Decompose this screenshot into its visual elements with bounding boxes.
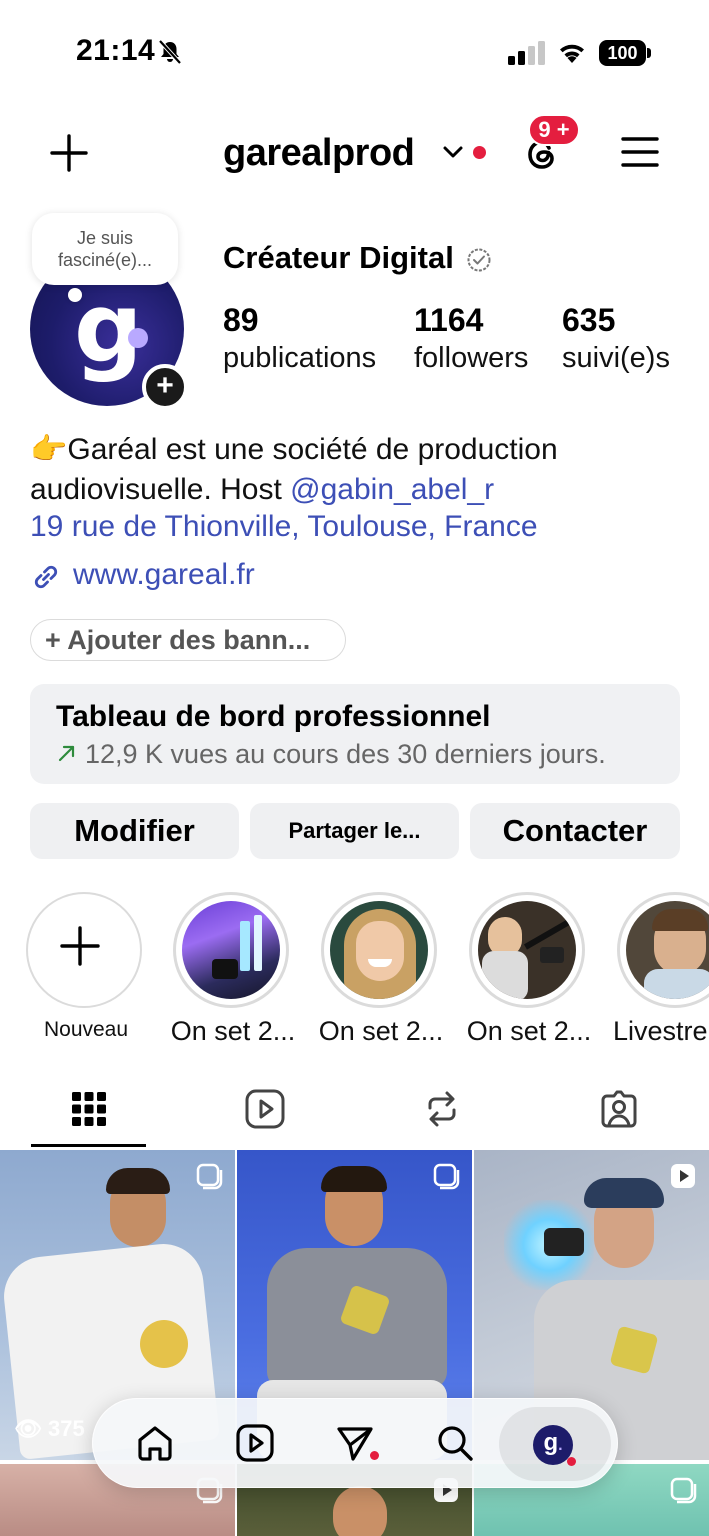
followers-label[interactable]: followers: [414, 342, 528, 375]
add-banners-button[interactable]: + Ajouter des bann...: [30, 619, 346, 661]
carousel-icon: [433, 1163, 460, 1190]
highlight-item[interactable]: Livestre: [613, 892, 709, 1046]
direct-messages-icon[interactable]: [335, 1423, 375, 1463]
edit-profile-button[interactable]: Modifier: [30, 803, 239, 859]
battery-indicator: 100: [599, 40, 651, 66]
highlight-item[interactable]: On set 2...: [467, 892, 591, 1046]
dashboard-title: Tableau de bord professionnel: [56, 700, 491, 733]
highlight-label: Nouveau: [43, 1018, 129, 1041]
chevron-down-icon[interactable]: [442, 144, 464, 160]
post-view-count: 👁 375: [14, 1416, 85, 1441]
verified-badge-icon: [467, 248, 491, 272]
home-icon[interactable]: [135, 1423, 175, 1463]
carousel-icon: [196, 1163, 223, 1190]
highlight-label: On set 2...: [466, 1016, 592, 1046]
highlight-label: Livestre: [613, 1016, 708, 1046]
battery-level: 100: [599, 40, 646, 66]
bio-mention-link[interactable]: @gabin_abel_r: [290, 473, 494, 506]
link-icon: [34, 565, 58, 589]
following-label[interactable]: suivi(e)s: [562, 342, 670, 375]
contact-button[interactable]: Contacter: [470, 803, 680, 859]
trending-up-arrow-icon: [58, 745, 75, 762]
profile-note-bubble[interactable]: Je suis fasciné(e)...: [32, 213, 178, 285]
highlight-item[interactable]: On set 2...: [319, 892, 443, 1046]
highlight-cover-image: [182, 901, 280, 999]
followers-count[interactable]: 1164: [414, 302, 483, 339]
pointing-hand-emoji: 👉: [30, 433, 68, 466]
dashboard-views-summary: 12,9 K vues au cours des 30 derniers jou…: [85, 739, 606, 769]
bio-address-link[interactable]: 19 rue de Thionville, Toulouse, France: [30, 510, 538, 544]
account-notification-dot: [473, 146, 486, 159]
highlight-item[interactable]: On set 2...: [171, 892, 295, 1046]
create-plus-icon[interactable]: [48, 132, 90, 174]
publications-count[interactable]: 89: [223, 302, 259, 339]
professional-dashboard-card[interactable]: Tableau de bord professionnel 12,9 K vue…: [30, 684, 680, 784]
reposts-tab-icon[interactable]: [421, 1088, 463, 1130]
share-profile-button[interactable]: Partager le...: [250, 803, 459, 859]
bell-muted-icon: [158, 39, 182, 65]
highlight-cover-image: [478, 901, 576, 999]
username-title[interactable]: garealprod: [223, 132, 415, 175]
tagged-tab-icon[interactable]: [598, 1088, 640, 1130]
wifi-icon: [560, 44, 584, 63]
messages-notification-dot: [370, 1451, 379, 1460]
profile-header: garealprod 9 +: [0, 110, 709, 200]
highlight-label: On set 2...: [170, 1016, 296, 1046]
following-count[interactable]: 635: [562, 302, 615, 339]
status-time: 21:14: [76, 34, 156, 67]
status-bar: 21:14 100: [0, 0, 709, 100]
profile-notification-dot: [567, 1457, 576, 1466]
highlight-new[interactable]: Nouveau: [26, 892, 142, 1041]
highlight-cover-image: [330, 901, 428, 999]
profile-bio: 👉Garéal est une société de production au…: [30, 430, 690, 510]
signal-icon: [508, 41, 545, 65]
add-story-button[interactable]: +: [142, 364, 188, 410]
bottom-navigation-bar: g.: [92, 1398, 618, 1488]
threads-notification-badge: 9 +: [528, 114, 580, 146]
reels-icon[interactable]: [235, 1423, 275, 1463]
avatar-logo-letter: g: [74, 272, 143, 384]
reels-tab-icon[interactable]: [244, 1088, 286, 1130]
menu-hamburger-icon[interactable]: [620, 134, 660, 170]
reel-icon: [671, 1164, 695, 1188]
active-tab-indicator: [31, 1144, 146, 1147]
add-highlight-plus-icon: [60, 926, 100, 966]
publications-label[interactable]: publications: [223, 342, 376, 375]
search-icon[interactable]: [435, 1423, 475, 1463]
highlight-cover-image: [626, 901, 709, 999]
profile-category: Créateur Digital: [223, 240, 454, 275]
website-link[interactable]: www.gareal.fr: [73, 558, 255, 592]
grid-posts-icon[interactable]: [68, 1088, 110, 1130]
carousel-icon: [670, 1477, 697, 1504]
highlight-label: On set 2...: [318, 1016, 444, 1046]
